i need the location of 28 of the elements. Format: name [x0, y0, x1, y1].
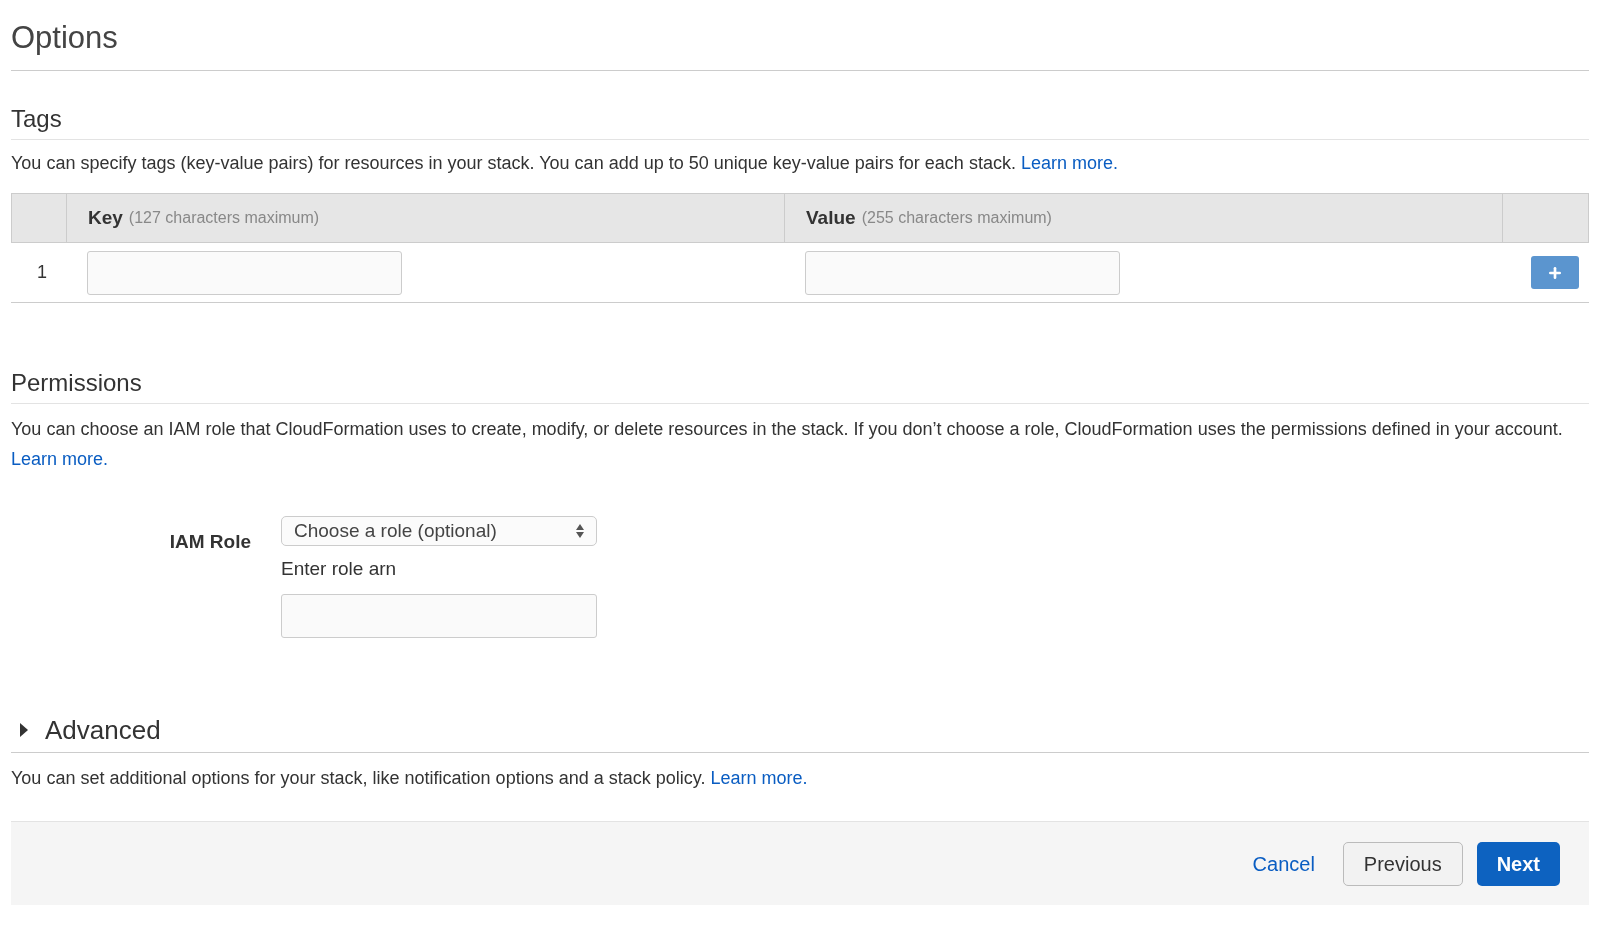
cancel-link[interactable]: Cancel [1252, 848, 1315, 879]
section-heading: Tags [11, 104, 63, 134]
role-arn-input[interactable] [281, 594, 597, 638]
add-button[interactable] [1531, 256, 1579, 289]
advanced-heading[interactable]: Advanced [45, 714, 161, 746]
updown-arrows-icon [576, 524, 584, 538]
key-input[interactable] [87, 250, 402, 295]
caret-icon[interactable] [19, 723, 29, 737]
permissions-description: You can choose an IAM role that CloudFormation uses to create, modify, or delete resources in the stack. If you don’t choose a role, CloudFormation uses the permissions defined in your account. Learn more. [11, 418, 1564, 471]
value-input[interactable] [805, 250, 1120, 295]
learn-more-link[interactable]: Learn more. [1020, 153, 1118, 173]
row-number: 1 [36, 261, 48, 284]
next-button[interactable]: Next [1476, 841, 1560, 886]
previous-button[interactable]: Previous [1342, 841, 1463, 886]
role-select[interactable]: Choose a role (optional) [281, 516, 597, 546]
plus-icon [1547, 264, 1563, 281]
tags-description: You can specify tags (key-value pairs) for resources in your stack. You can add up to 50 unique key-value pairs for each stack. Learn more. [11, 152, 1119, 175]
advanced-description: You can set additional options for your stack, like notification options and a stack policy. Learn more. [11, 767, 809, 790]
section-heading: Permissions [11, 368, 143, 398]
page-title: Options [11, 0, 118, 71]
column-hint: (255 characters maximum) [861, 208, 1052, 228]
column-header: Key [88, 205, 123, 230]
column-hint: (127 characters maximum) [128, 208, 320, 228]
learn-more-link[interactable]: Learn more. [11, 449, 109, 469]
arn-label: Enter role arn [281, 557, 398, 581]
column-header: Value [806, 205, 856, 230]
iam-role-label: IAM Role [168, 530, 252, 554]
learn-more-link[interactable]: Learn more. [710, 768, 808, 788]
